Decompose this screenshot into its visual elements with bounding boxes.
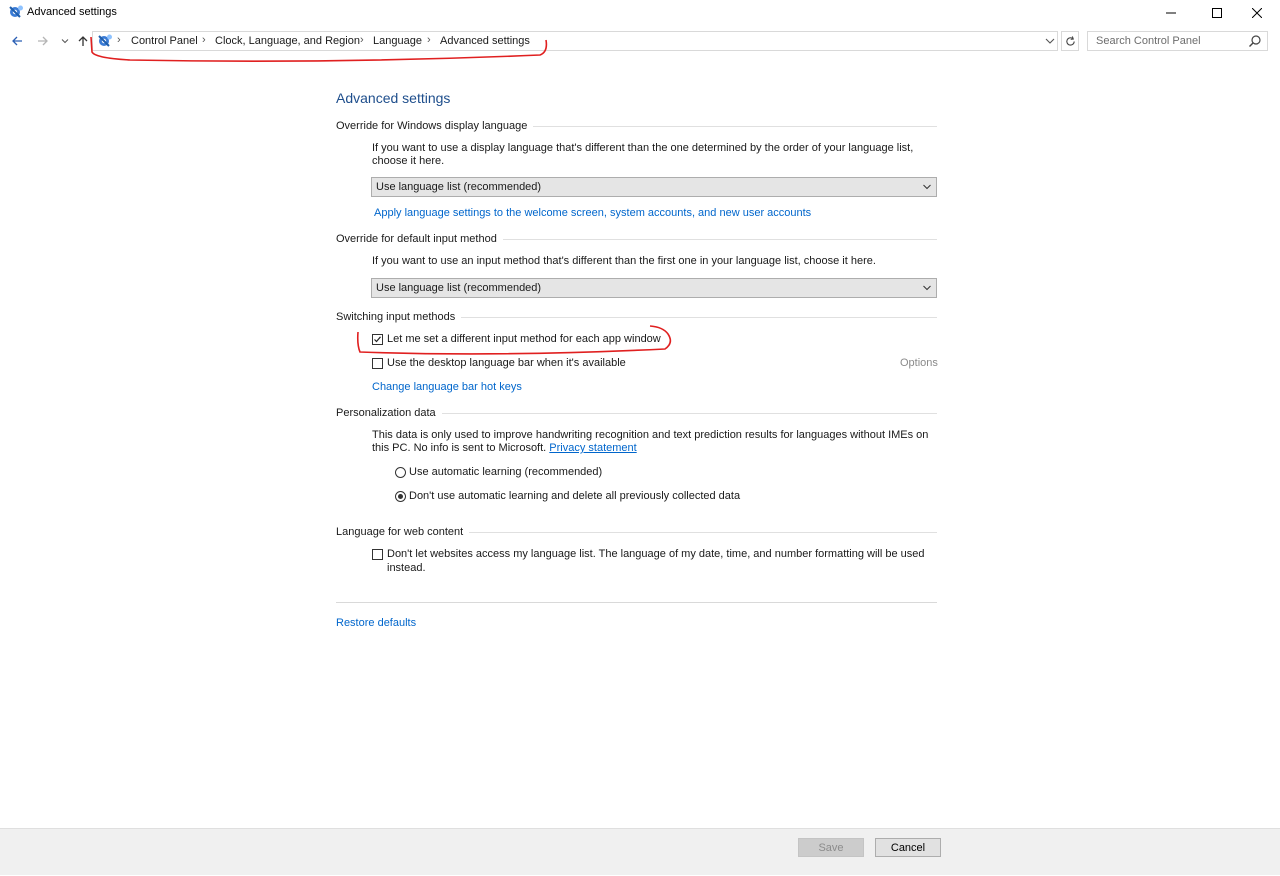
- breadcrumb-advanced-settings[interactable]: Advanced settings: [440, 35, 530, 47]
- control-panel-icon: [98, 34, 112, 47]
- search-input[interactable]: Search Control Panel: [1096, 35, 1201, 47]
- per-app-input-checkbox[interactable]: [372, 334, 383, 345]
- save-button[interactable]: Save: [798, 838, 864, 857]
- divider: [469, 531, 937, 533]
- minimize-button[interactable]: [1148, 0, 1194, 26]
- search-icon[interactable]: [1248, 34, 1262, 48]
- display-language-description: If you want to use a display language th…: [372, 142, 914, 167]
- breadcrumb-separator-icon: ›: [427, 34, 431, 46]
- personalization-heading: Personalization data: [336, 407, 937, 419]
- apply-language-settings-link[interactable]: Apply language settings to the welcome s…: [374, 207, 811, 219]
- web-language-list-checkbox[interactable]: [372, 549, 383, 560]
- chevron-down-icon: [923, 285, 931, 291]
- section-heading-text: Personalization data: [336, 407, 436, 419]
- recent-locations-button[interactable]: [56, 31, 74, 51]
- back-arrow-icon: [12, 36, 22, 46]
- close-icon: [1252, 8, 1262, 18]
- options-link[interactable]: Options: [900, 357, 938, 369]
- automatic-learning-radio[interactable]: [395, 467, 406, 478]
- section-heading-text: Override for default input method: [336, 233, 497, 245]
- input-method-selected: Use language list (recommended): [376, 282, 542, 294]
- display-language-selected: Use language list (recommended): [376, 181, 542, 193]
- chevron-down-icon: [61, 39, 69, 44]
- refresh-button[interactable]: [1061, 31, 1079, 51]
- no-automatic-learning-label[interactable]: Don't use automatic learning and delete …: [409, 490, 740, 502]
- cancel-button[interactable]: Cancel: [875, 838, 941, 857]
- per-app-input-label[interactable]: Let me set a different input method for …: [387, 333, 661, 345]
- address-history-dropdown[interactable]: [1043, 33, 1057, 49]
- input-method-heading: Override for default input method: [336, 233, 937, 245]
- divider: [336, 602, 937, 603]
- section-heading-text: Override for Windows display language: [336, 120, 528, 132]
- up-button[interactable]: [74, 31, 92, 51]
- minimize-icon: [1166, 12, 1176, 14]
- checkmark-icon: [374, 336, 381, 343]
- section-heading-text: Switching input methods: [336, 311, 456, 323]
- divider: [461, 316, 937, 318]
- radio-selected-dot: [398, 494, 403, 499]
- personalization-description: This data is only used to improve handwr…: [372, 429, 938, 455]
- input-method-description: If you want to use an input method that'…: [372, 255, 876, 267]
- breadcrumb-separator-icon: ›: [202, 34, 206, 46]
- breadcrumb-control-panel[interactable]: Control Panel: [131, 35, 198, 47]
- back-button[interactable]: [8, 31, 26, 51]
- section-heading-text: Language for web content: [336, 526, 464, 538]
- divider: [533, 125, 937, 127]
- automatic-learning-label[interactable]: Use automatic learning (recommended): [409, 466, 602, 478]
- title-bar: [0, 0, 1280, 26]
- dialog-footer: [0, 828, 1280, 875]
- divider: [502, 238, 937, 240]
- display-language-heading: Override for Windows display language: [336, 120, 937, 132]
- refresh-icon: [1065, 35, 1075, 46]
- maximize-icon: [1212, 8, 1222, 18]
- close-button[interactable]: [1234, 0, 1280, 26]
- input-method-select[interactable]: Use language list (recommended): [371, 278, 937, 298]
- chevron-down-icon: [923, 184, 931, 190]
- switching-heading: Switching input methods: [336, 311, 937, 323]
- window-title: Advanced settings: [27, 6, 117, 18]
- forward-button[interactable]: [34, 31, 52, 51]
- up-arrow-icon: [78, 36, 88, 46]
- privacy-statement-link[interactable]: Privacy statement: [549, 442, 636, 454]
- control-panel-icon: [9, 5, 23, 18]
- no-automatic-learning-radio[interactable]: [395, 491, 406, 502]
- forward-arrow-icon: [38, 36, 48, 46]
- divider: [441, 412, 937, 414]
- breadcrumb-separator-icon: ›: [117, 34, 121, 46]
- web-language-list-label-line1[interactable]: Don't let websites access my language li…: [387, 548, 925, 560]
- breadcrumb-language[interactable]: Language: [373, 35, 422, 47]
- display-language-select[interactable]: Use language list (recommended): [371, 177, 937, 197]
- restore-defaults-link[interactable]: Restore defaults: [336, 617, 416, 629]
- web-language-list-label-line2[interactable]: instead.: [387, 562, 426, 574]
- desktop-language-bar-checkbox[interactable]: [372, 358, 383, 369]
- breadcrumb-clock-language-region[interactable]: Clock, Language, and Region: [215, 35, 360, 47]
- breadcrumb-separator-icon: ›: [360, 34, 364, 46]
- change-hot-keys-link[interactable]: Change language bar hot keys: [372, 381, 522, 393]
- personalization-description-text: This data is only used to improve handwr…: [372, 429, 929, 454]
- desktop-language-bar-label[interactable]: Use the desktop language bar when it's a…: [387, 357, 626, 369]
- web-content-heading: Language for web content: [336, 526, 937, 538]
- page-title: Advanced settings: [336, 90, 451, 106]
